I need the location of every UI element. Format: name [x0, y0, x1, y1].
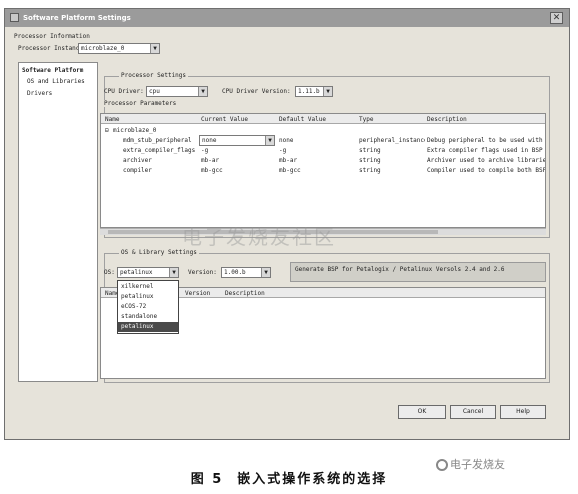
param-name: mdm_stub_peripheral	[123, 137, 192, 144]
os-option-xilkernel[interactable]: xilkernel	[118, 282, 178, 292]
processor-instance-combo[interactable]: microblaze_0 ▼	[78, 43, 160, 54]
column-header-name[interactable]: Name	[105, 116, 119, 123]
figure-caption: 图 5 嵌入式操作系统的选择	[0, 468, 578, 487]
os-dropdown-list: xilkernel petalinux eCOS-72 standalone p…	[117, 280, 179, 334]
sidebar: Software Platform OS and Libraries Drive…	[18, 62, 98, 382]
processor-instance-value: microblaze_0	[81, 45, 125, 52]
title-bar: Software Platform Settings ✕	[5, 9, 569, 27]
version-label: Version:	[188, 269, 217, 276]
sidebar-item-drivers[interactable]: Drivers	[27, 90, 52, 97]
column-header-description[interactable]: Description	[427, 116, 467, 123]
table-header: Name Current Value Default Value Type De…	[101, 114, 545, 124]
close-icon[interactable]: ✕	[550, 12, 563, 24]
figure-number: 图 5	[190, 472, 224, 487]
param-type: string	[359, 147, 381, 154]
sidebar-heading[interactable]: Software Platform	[22, 67, 83, 74]
chevron-down-icon: ▼	[169, 268, 178, 277]
param-current-value[interactable]: -g	[201, 147, 208, 154]
os-combo[interactable]: petalinux ▼	[117, 267, 179, 278]
cpu-driver-version-combo[interactable]: 1.11.b ▼	[295, 86, 333, 97]
column-header-version[interactable]: Version	[185, 290, 210, 297]
os-option-ecos[interactable]: eCOS-72	[118, 302, 178, 312]
cpu-driver-label: CPU Driver:	[104, 88, 144, 95]
chevron-down-icon: ▼	[261, 268, 270, 277]
param-default-value: -g	[279, 147, 287, 154]
processor-settings-heading: Processor Settings	[119, 72, 189, 79]
param-description: Compiler used to compile both BSP	[427, 167, 545, 174]
os-option-standalone[interactable]: standalone	[118, 312, 178, 322]
param-name: archiver	[123, 157, 152, 164]
chevron-down-icon: ▼	[198, 87, 207, 96]
param-type: string	[359, 157, 381, 164]
cpu-driver-version-label: CPU Driver Version:	[222, 88, 291, 95]
help-button[interactable]: Help	[500, 405, 546, 419]
cpu-driver-combo[interactable]: cpu ▼	[146, 86, 208, 97]
version-value: 1.00.b	[224, 269, 246, 276]
cpu-driver-version-value: 1.11.b	[298, 88, 320, 95]
cancel-button[interactable]: Cancel	[450, 405, 496, 419]
param-description: Archiver used to archive librarie	[427, 157, 545, 164]
figure-text: 嵌入式操作系统的选择	[237, 472, 388, 487]
column-header-description[interactable]: Description	[225, 290, 265, 297]
os-option-petalinux-selected[interactable]: petalinux	[118, 322, 178, 332]
param-type: peripheral_instance	[359, 137, 425, 144]
param-default-value: none	[279, 137, 294, 144]
chevron-down-icon: ▼	[323, 87, 332, 96]
param-current-value: none	[202, 137, 217, 144]
param-default-value: mb-gcc	[279, 167, 301, 174]
ok-button[interactable]: OK	[398, 405, 446, 419]
watermark: 电子发烧友社区	[182, 225, 336, 249]
param-current-value[interactable]: mb-gcc	[201, 167, 223, 174]
param-current-value[interactable]: mb-ar	[201, 157, 219, 164]
chevron-down-icon: ▼	[150, 44, 159, 53]
param-name: compiler	[123, 167, 152, 174]
processor-parameters-heading: Processor Parameters	[104, 100, 177, 107]
param-description: Extra compiler flags used in BSP	[427, 147, 543, 154]
os-description: Generate BSP for Petalogix / Petalinux V…	[295, 266, 505, 273]
os-description-box: Generate BSP for Petalogix / Petalinux V…	[290, 262, 546, 282]
column-header-current-value[interactable]: Current Value	[201, 116, 248, 123]
app-icon	[10, 13, 19, 22]
processor-parameters-table: Name Current Value Default Value Type De…	[100, 113, 546, 228]
os-label: OS:	[104, 269, 115, 276]
param-name: extra_compiler_flags	[123, 147, 196, 154]
os-value: petalinux	[120, 269, 153, 276]
param-current-value-combo[interactable]: none ▼	[199, 135, 275, 146]
param-default-value: mb-ar	[279, 157, 298, 164]
tree-expand-icon[interactable]: ⊟	[105, 127, 109, 134]
processor-info-heading: Processor Information	[14, 33, 90, 40]
version-combo[interactable]: 1.00.b ▼	[221, 267, 271, 278]
os-library-settings-heading: OS & Library Settings	[119, 249, 199, 256]
param-type: string	[359, 167, 381, 174]
processor-instance-label: Processor Instance:	[18, 45, 87, 52]
sidebar-item-os-and-libraries[interactable]: OS and Libraries	[27, 78, 85, 85]
cpu-driver-value: cpu	[149, 88, 160, 95]
param-description: Debug peripheral to be used with x	[427, 137, 545, 144]
column-header-type[interactable]: Type	[359, 116, 373, 123]
window-title: Software Platform Settings	[23, 14, 131, 22]
tree-root-label: microblaze_0	[113, 127, 157, 134]
column-header-default-value[interactable]: Default Value	[279, 116, 326, 123]
chevron-down-icon: ▼	[265, 136, 274, 145]
os-option-petalinux[interactable]: petalinux	[118, 292, 178, 302]
